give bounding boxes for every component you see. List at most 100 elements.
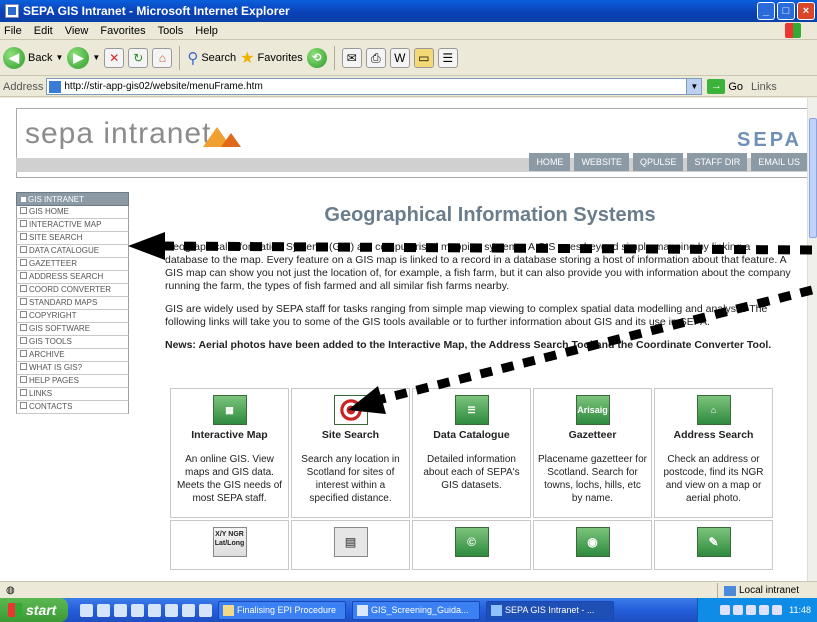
menu-edit[interactable]: Edit — [34, 25, 53, 37]
nav-email-us[interactable]: EMAIL US — [751, 153, 807, 171]
taskbar-item-finalising-epi[interactable]: Finalising EPI Procedure — [218, 600, 346, 620]
tray-icon[interactable] — [759, 605, 770, 615]
sidebar-item-contacts[interactable]: CONTACTS — [16, 401, 129, 414]
close-button[interactable]: × — [797, 2, 815, 20]
house-icon[interactable]: ⌂ — [696, 395, 731, 425]
menu-file[interactable]: File — [4, 25, 22, 37]
history-icon[interactable]: ⟲ — [306, 47, 327, 68]
menu-favorites[interactable]: Favorites — [100, 25, 145, 37]
stop-icon[interactable]: ✕ — [104, 47, 125, 68]
sidebar-item-gis-software[interactable]: GIS SOFTWARE — [16, 323, 129, 336]
software-icon[interactable]: ◉ — [575, 527, 610, 557]
target-icon[interactable] — [333, 395, 368, 425]
tools-icon[interactable]: ✎ — [696, 527, 731, 557]
menu-tools[interactable]: Tools — [158, 25, 184, 37]
sidebar-item-what-is-gis[interactable]: WHAT IS GIS? — [16, 362, 129, 375]
nav-website[interactable]: WEBSITE — [574, 153, 629, 171]
address-input[interactable]: http://stir-app-gis02/website/menuFrame.… — [46, 78, 703, 95]
scrollbar-thumb[interactable] — [809, 118, 817, 238]
sidebar-item-copyright[interactable]: COPYRIGHT — [16, 310, 129, 323]
go-button[interactable]: → Go — [707, 79, 743, 94]
tool-title[interactable]: Interactive Map — [171, 429, 288, 441]
tool-title[interactable]: Address Search — [655, 429, 772, 441]
tray-icon[interactable] — [720, 605, 731, 615]
tray-icon[interactable] — [746, 605, 757, 615]
edit-icon[interactable]: W — [389, 47, 410, 68]
quick-launch-icon[interactable] — [182, 603, 195, 617]
taskbar-item-gis-screening[interactable]: GIS_Screening_Guida... — [352, 600, 480, 620]
home-icon[interactable]: ⌂ — [152, 47, 173, 68]
minimize-button[interactable]: _ — [757, 2, 775, 20]
sidebar-item-gis-home[interactable]: GIS HOME — [16, 206, 129, 219]
go-label: Go — [728, 80, 744, 93]
quick-launch-icon[interactable] — [114, 603, 127, 617]
left-nav-heading[interactable]: GIS INTRANET — [16, 192, 129, 206]
tool-gazetteer[interactable]: Arisaig Gazetteer Placename gazetteer fo… — [533, 388, 652, 518]
sidebar-item-data-catalogue[interactable]: DATA CATALOGUE — [16, 245, 129, 258]
tool-address-search[interactable]: ⌂ Address Search Check an address or pos… — [654, 388, 773, 518]
sidebar-item-gis-tools[interactable]: GIS TOOLS — [16, 336, 129, 349]
tool-data-catalogue[interactable]: ☰ Data Catalogue Detailed information ab… — [412, 388, 531, 518]
sidebar-item-gazetteer[interactable]: GAZETTEER — [16, 258, 129, 271]
sidebar-item-coord-converter[interactable]: COORD CONVERTER — [16, 284, 129, 297]
sidebar-item-site-search[interactable]: SITE SEARCH — [16, 232, 129, 245]
coord-icon[interactable]: X/Y NGR Lat/Long — [212, 527, 247, 557]
nav-qpulse[interactable]: QPULSE — [632, 153, 684, 171]
maximize-button[interactable]: □ — [777, 2, 795, 20]
tool-interactive-map[interactable]: ▦ Interactive Map An online GIS. View ma… — [170, 388, 289, 518]
back-button[interactable]: ◀ Back ▼ — [3, 46, 63, 69]
tool-site-search[interactable]: Site Search Search any location in Scotl… — [291, 388, 410, 518]
tool-coord-converter[interactable]: X/Y NGR Lat/Long — [170, 520, 289, 570]
quick-launch-icon[interactable] — [131, 603, 144, 617]
print-icon[interactable]: ⎙ — [365, 47, 386, 68]
sidebar-item-help-pages[interactable]: HELP PAGES — [16, 375, 129, 388]
sidebar-item-address-search[interactable]: ADDRESS SEARCH — [16, 271, 129, 284]
sidebar-item-interactive-map[interactable]: INTERACTIVE MAP — [16, 219, 129, 232]
mail-icon[interactable]: ✉ — [341, 47, 362, 68]
quick-launch-icon[interactable] — [148, 603, 161, 617]
sidebar-item-archive[interactable]: ARCHIVE — [16, 349, 129, 362]
tool-standard-maps[interactable]: ▤ — [291, 520, 410, 570]
map-icon[interactable]: ▦ — [212, 395, 247, 425]
tool-title[interactable]: Data Catalogue — [413, 429, 530, 441]
catalogue-icon[interactable]: ☰ — [454, 395, 489, 425]
forward-button[interactable]: ▶ ▼ — [67, 46, 100, 69]
chevron-down-icon[interactable]: ▼ — [92, 53, 100, 62]
quick-launch-icon[interactable] — [97, 603, 110, 617]
tool-copyright[interactable]: © — [412, 520, 531, 570]
left-nav: GIS INTRANET GIS HOME INTERACTIVE MAP SI… — [16, 192, 129, 414]
tool-title[interactable]: Site Search — [292, 429, 409, 441]
clock[interactable]: 11:48 — [789, 605, 811, 615]
sepa-intranet-logo[interactable]: sepa intranet — [25, 117, 211, 151]
menu-bar: File Edit View Favorites Tools Help — [0, 22, 817, 40]
copyright-icon[interactable]: © — [454, 527, 489, 557]
messenger-icon[interactable]: ☰ — [437, 47, 458, 68]
nav-home[interactable]: HOME — [529, 153, 571, 171]
search-button[interactable]: ⚲ Search — [187, 49, 236, 67]
quick-launch-icon[interactable] — [80, 603, 93, 617]
tray-icon[interactable] — [772, 605, 783, 615]
quick-launch-icon[interactable] — [165, 603, 178, 617]
tray-icon[interactable] — [733, 605, 744, 615]
menu-help[interactable]: Help — [195, 25, 218, 37]
sidebar-item-links[interactable]: LINKS — [16, 388, 129, 401]
start-button[interactable]: start — [0, 598, 68, 622]
menu-view[interactable]: View — [65, 25, 89, 37]
links-button[interactable]: Links — [751, 81, 777, 93]
chevron-down-icon[interactable]: ▼ — [686, 79, 702, 94]
nav-staff-dir[interactable]: STAFF DIR — [687, 153, 748, 171]
folder-icon[interactable]: ▭ — [413, 47, 434, 68]
refresh-icon[interactable]: ↻ — [128, 47, 149, 68]
standard-maps-icon[interactable]: ▤ — [333, 527, 368, 557]
chevron-down-icon[interactable]: ▼ — [55, 53, 63, 62]
gazetteer-icon[interactable]: Arisaig — [575, 395, 610, 425]
sidebar-item-standard-maps[interactable]: STANDARD MAPS — [16, 297, 129, 310]
taskbar-item-sepa-gis-intranet[interactable]: SEPA GIS Intranet - ... — [486, 600, 614, 620]
favorites-button[interactable]: ★ Favorites — [240, 48, 303, 68]
tool-gis-tools[interactable]: ✎ — [654, 520, 773, 570]
news-paragraph: News: Aerial photos have been added to t… — [165, 339, 772, 351]
quick-launch-icon[interactable] — [199, 603, 212, 617]
tool-gis-software[interactable]: ◉ — [533, 520, 652, 570]
vertical-scrollbar[interactable] — [807, 98, 817, 581]
tool-title[interactable]: Gazetteer — [534, 429, 651, 441]
